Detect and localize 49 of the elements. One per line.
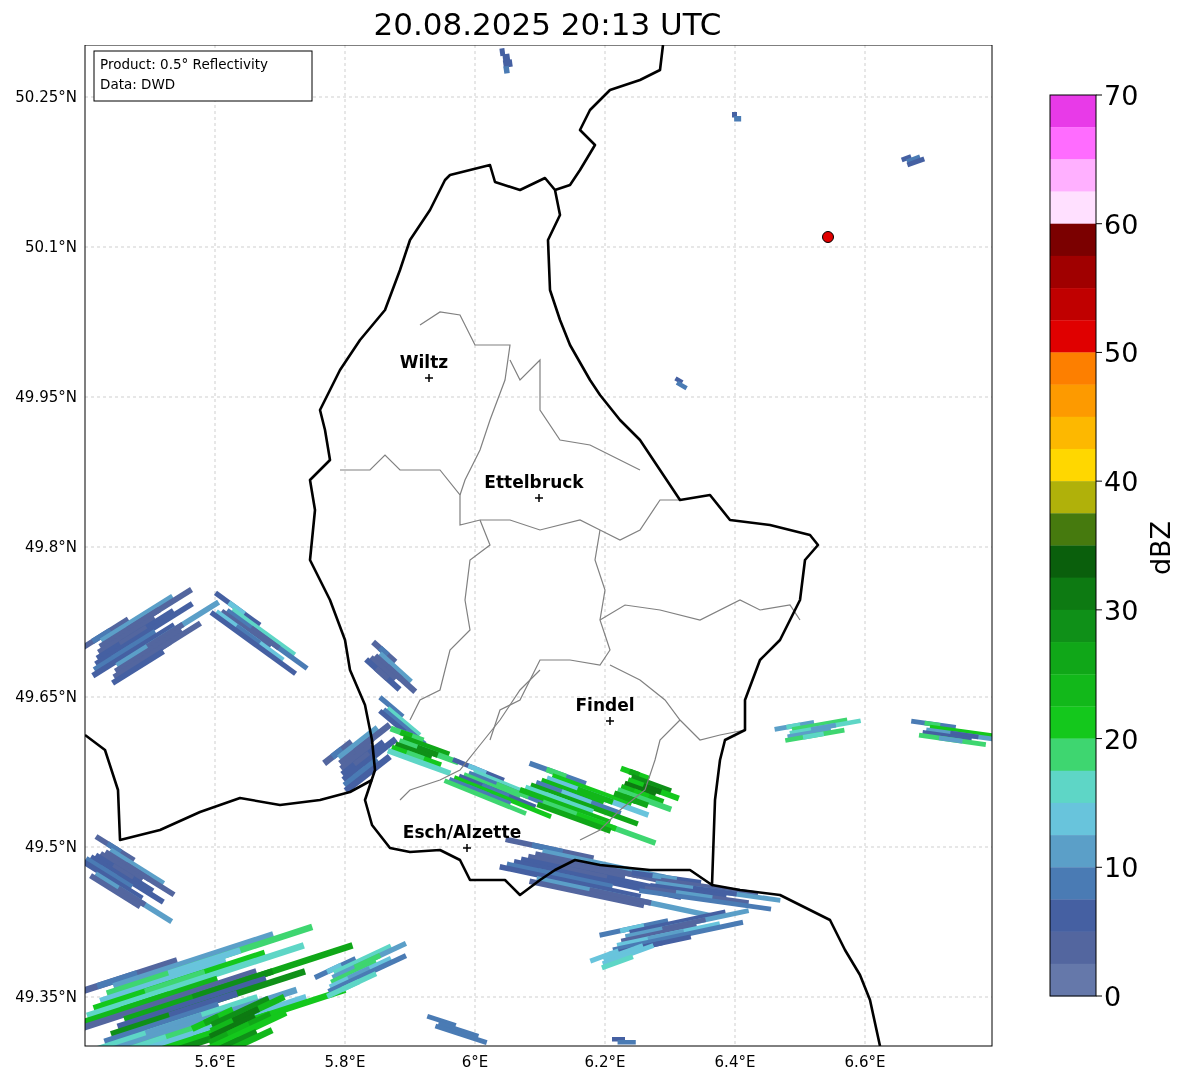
precipitation-echo <box>364 639 418 694</box>
longitude-label: 6.6°E <box>844 1053 886 1071</box>
longitude-label: 6°E <box>461 1053 489 1071</box>
colorbar-tick-label: 60 <box>1104 208 1139 240</box>
tick-mark <box>1095 738 1103 740</box>
latitude-label: 49.95°N <box>15 388 77 406</box>
tick-mark <box>1095 866 1103 868</box>
city-marker <box>462 843 472 853</box>
latitude-label: 49.35°N <box>15 988 77 1006</box>
location-marker <box>822 231 834 243</box>
latitude-label: 50.25°N <box>15 88 77 106</box>
colorbar-tick-label: 70 <box>1104 80 1139 111</box>
longitude-label: 5.8°E <box>324 1053 366 1071</box>
colorbar-tick-label: 50 <box>1104 337 1139 369</box>
colorbar-tick-label: 20 <box>1104 723 1139 755</box>
tick-mark <box>1095 223 1103 225</box>
info-text: Product: 0.5° Reflectivity <box>100 56 268 72</box>
tick-mark <box>1095 94 1103 96</box>
precipitation-echo <box>900 154 926 168</box>
city-label: Esch/Alzette <box>402 822 522 842</box>
longitude-label: 6.4°E <box>714 1053 756 1071</box>
city-label: Findel <box>575 695 635 715</box>
latitude-label: 49.5°N <box>24 838 77 856</box>
colorbar-tick-label: 40 <box>1104 466 1139 498</box>
city-label: Wiltz <box>399 352 449 372</box>
tick-mark <box>1095 480 1103 482</box>
precipitation-echo <box>499 48 513 74</box>
tick-mark <box>1095 995 1103 997</box>
colorbar-tick-label: 30 <box>1104 594 1139 626</box>
precipitation-echo <box>732 112 742 122</box>
precipitation-echo <box>612 1037 636 1045</box>
tick-mark <box>1095 609 1103 611</box>
precipitation-echo <box>674 376 688 391</box>
longitude-label: 5.6°E <box>194 1053 236 1071</box>
longitude-label: 6.2°E <box>584 1053 626 1071</box>
latitude-label: 49.8°N <box>24 538 77 556</box>
latitude-label: 50.1°N <box>24 238 77 256</box>
city-label: Ettelbruck <box>484 472 584 492</box>
colorbar-tick-label: 0 <box>1104 981 1122 1012</box>
city-marker <box>605 716 615 726</box>
precipitation-echo <box>426 1013 488 1045</box>
colorbar-label: dBZ <box>1145 520 1176 576</box>
latitude-label: 49.65°N <box>15 688 77 706</box>
info-text: Data: DWD <box>100 76 176 92</box>
chart-title: 20.08.2025 20:13 UTC <box>372 5 723 44</box>
city-marker <box>424 373 434 383</box>
colorbar-tick-label: 10 <box>1104 852 1139 884</box>
city-marker <box>534 493 544 503</box>
tick-mark <box>1095 351 1103 353</box>
